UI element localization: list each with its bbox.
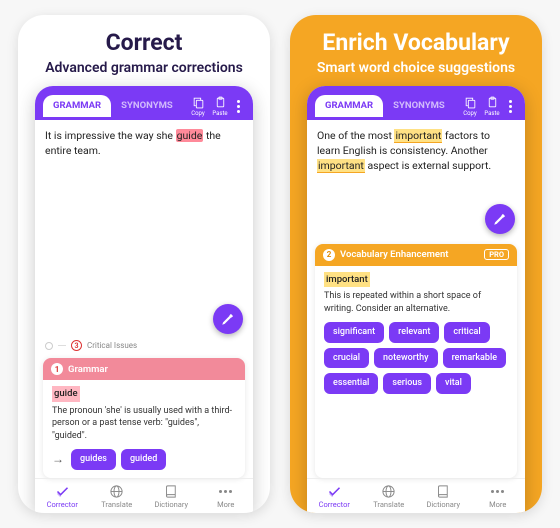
copy-button[interactable]: Copy — [459, 96, 481, 117]
card-index: 2 — [323, 249, 335, 261]
card-keyword: guide — [52, 386, 80, 401]
panel-enrich: Enrich Vocabulary Smart word choice sugg… — [290, 15, 542, 513]
word-highlight[interactable]: important — [394, 129, 442, 143]
book-icon — [436, 484, 451, 499]
menu-button[interactable] — [231, 100, 245, 113]
card-title: Grammar — [68, 364, 108, 375]
edit-fab[interactable] — [485, 204, 515, 234]
nav-more[interactable]: More — [471, 484, 526, 509]
issues-label: Critical Issues — [87, 341, 137, 350]
nav-dictionary[interactable]: Dictionary — [416, 484, 471, 509]
check-icon — [327, 484, 342, 499]
pro-badge: PRO — [484, 249, 509, 260]
tab-grammar[interactable]: GRAMMAR — [43, 95, 111, 117]
suggestion-chips: → guides guided — [52, 449, 236, 470]
card-body: guide The pronoun 'she' is usually used … — [43, 380, 245, 478]
card-header: 1 Grammar — [43, 358, 245, 380]
nav-more[interactable]: More — [199, 484, 254, 509]
panel-header: Correct Advanced grammar corrections — [33, 15, 255, 86]
chip-suggestion[interactable]: guided — [121, 449, 166, 470]
pencil-icon — [493, 212, 507, 226]
card-keyword: important — [324, 272, 370, 287]
chip-suggestion[interactable]: serious — [383, 373, 431, 394]
edit-fab[interactable] — [213, 304, 243, 334]
panel-header: Enrich Vocabulary Smart word choice sugg… — [305, 15, 527, 86]
card-header: 2 Vocabulary Enhancement PRO — [315, 244, 517, 266]
paste-button[interactable]: Paste — [481, 96, 503, 117]
nav-corrector[interactable]: Corrector — [307, 484, 362, 509]
card-explanation: The pronoun 'she' is usually used with a… — [52, 406, 232, 441]
copy-button[interactable]: Copy — [187, 96, 209, 117]
suggestion-chips: significant relevant critical crucial no… — [324, 322, 508, 394]
chip-suggestion[interactable]: significant — [324, 322, 384, 343]
issue-card[interactable]: 2 Vocabulary Enhancement PRO important T… — [315, 244, 517, 478]
card-explanation: This is repeated within a short space of… — [324, 291, 481, 314]
book-icon — [164, 484, 179, 499]
chip-suggestion[interactable]: relevant — [389, 322, 439, 343]
topbar: GRAMMAR SYNONYMS Copy Paste — [35, 86, 253, 120]
copy-icon — [192, 96, 205, 109]
copy-icon — [464, 96, 477, 109]
nav-translate[interactable]: Translate — [90, 484, 145, 509]
chip-suggestion[interactable]: remarkable — [443, 348, 507, 369]
phone-frame: GRAMMAR SYNONYMS Copy Paste It is impres… — [35, 86, 253, 514]
chip-suggestion[interactable]: noteworthy — [374, 348, 438, 369]
tab-synonyms[interactable]: SYNONYMS — [383, 95, 455, 117]
tab-grammar[interactable]: GRAMMAR — [315, 95, 383, 117]
arrow-icon: → — [52, 451, 64, 468]
panel-title: Enrich Vocabulary — [317, 29, 515, 56]
phone-frame: GRAMMAR SYNONYMS Copy Paste One of the m… — [307, 86, 525, 514]
timeline-dot-icon — [45, 342, 53, 350]
topbar: GRAMMAR SYNONYMS Copy Paste — [307, 86, 525, 120]
paste-button[interactable]: Paste — [209, 96, 231, 117]
panel-correct: Correct Advanced grammar corrections GRA… — [18, 15, 270, 513]
globe-icon — [381, 484, 396, 499]
card-index: 1 — [51, 363, 63, 375]
chip-suggestion[interactable]: crucial — [324, 348, 369, 369]
nav-dictionary[interactable]: Dictionary — [144, 484, 199, 509]
issues-timeline: 3 Critical Issues — [35, 340, 253, 354]
nav-corrector[interactable]: Corrector — [35, 484, 90, 509]
issues-count: 3 — [71, 340, 82, 351]
panel-title: Correct — [45, 29, 243, 56]
chip-suggestion[interactable]: guides — [71, 449, 116, 470]
dots-icon — [218, 484, 233, 499]
editor-area[interactable]: One of the most important factors to lea… — [307, 120, 525, 182]
paste-icon — [214, 96, 227, 109]
word-highlight[interactable]: important — [317, 159, 365, 173]
chip-suggestion[interactable]: vital — [436, 373, 471, 394]
check-icon — [55, 484, 70, 499]
editor-area[interactable]: It is impressive the way she guide the e… — [35, 120, 253, 166]
globe-icon — [109, 484, 124, 499]
panel-subtitle: Smart word choice suggestions — [317, 60, 515, 78]
tab-synonyms[interactable]: SYNONYMS — [111, 95, 183, 117]
menu-button[interactable] — [503, 100, 517, 113]
bottom-nav: Corrector Translate Dictionary More — [35, 478, 253, 513]
pencil-icon — [221, 312, 235, 326]
chip-suggestion[interactable]: essential — [324, 373, 378, 394]
nav-translate[interactable]: Translate — [362, 484, 417, 509]
issue-card[interactable]: 1 Grammar guide The pronoun 'she' is usu… — [43, 358, 245, 478]
panel-subtitle: Advanced grammar corrections — [45, 60, 243, 78]
bottom-nav: Corrector Translate Dictionary More — [307, 478, 525, 513]
paste-icon — [486, 96, 499, 109]
chip-suggestion[interactable]: critical — [444, 322, 489, 343]
card-body: important This is repeated within a shor… — [315, 266, 517, 402]
error-highlight[interactable]: guide — [176, 129, 204, 142]
card-title: Vocabulary Enhancement — [340, 249, 449, 260]
dots-icon — [490, 484, 505, 499]
